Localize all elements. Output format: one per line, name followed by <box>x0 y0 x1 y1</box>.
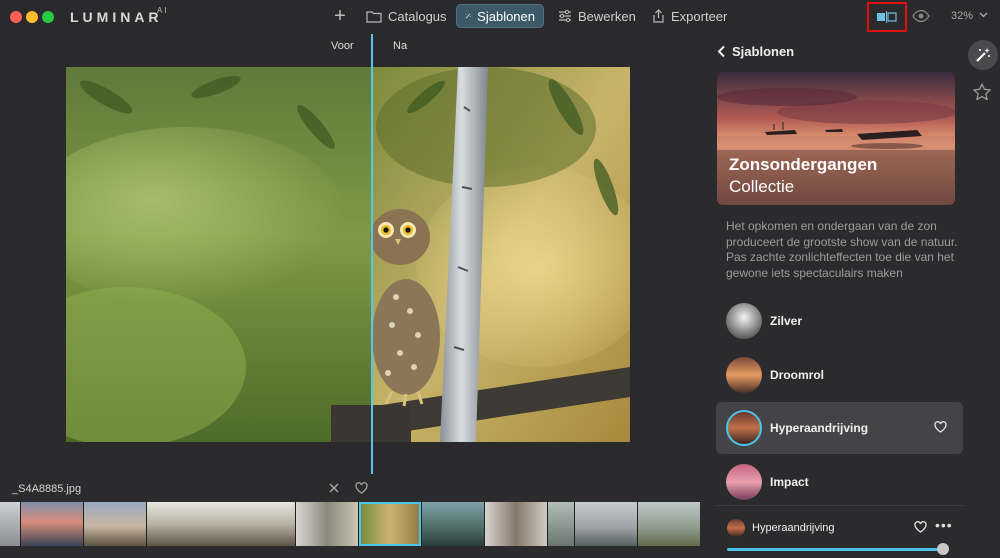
owl-photo-illustration <box>66 67 630 442</box>
template-name: Droomrol <box>770 368 824 382</box>
filmstrip-thumbnail-selected[interactable] <box>359 502 421 546</box>
filmstrip <box>0 502 700 546</box>
collection-subtitle: Collectie <box>729 177 795 196</box>
tab-catalog[interactable]: Catalogus <box>358 4 455 28</box>
split-view-icon <box>877 11 897 23</box>
more-options-button[interactable]: ••• <box>935 517 953 533</box>
template-thumbnail <box>726 303 762 339</box>
filmstrip-thumbnail[interactable] <box>548 502 574 546</box>
filmstrip-thumbnail[interactable] <box>296 502 358 546</box>
chevron-down-icon[interactable] <box>979 11 988 19</box>
top-toolbar: LUMINAR AI + Catalogus Sjablonen Bewerke… <box>0 0 1000 34</box>
zoom-level[interactable]: 32% <box>951 10 973 22</box>
template-item-droomrol[interactable]: Droomrol <box>716 349 963 401</box>
window-minimize-button[interactable] <box>26 11 38 23</box>
compare-before-label: Voor <box>331 40 354 52</box>
collection-description: Het opkomen en ondergaan van de zon prod… <box>726 219 958 280</box>
share-icon <box>653 9 664 23</box>
filmstrip-thumbnail[interactable] <box>0 502 20 546</box>
magic-wand-icon <box>976 48 990 62</box>
templates-rail-button[interactable] <box>968 40 998 70</box>
filmstrip-thumbnail[interactable] <box>422 502 484 546</box>
template-thumbnail <box>726 410 762 446</box>
right-tool-rail <box>965 34 1000 558</box>
app-logo-suffix: AI <box>157 6 169 15</box>
template-amount-slider-knob[interactable] <box>937 543 949 555</box>
main-photo[interactable] <box>66 67 630 442</box>
filmstrip-thumbnail[interactable] <box>485 502 547 546</box>
template-thumbnail <box>726 464 762 500</box>
tab-catalog-label: Catalogus <box>388 8 447 24</box>
template-item-hyperaandrijving[interactable]: Hyperaandrijving <box>716 402 963 454</box>
window-zoom-button[interactable] <box>42 11 54 23</box>
app-logo: LUMINAR <box>70 9 163 25</box>
panel-title: Sjablonen <box>732 44 795 59</box>
back-to-templates-button[interactable]: Sjablonen <box>717 44 794 59</box>
magic-wand-icon <box>465 13 471 19</box>
favorite-heart-icon[interactable] <box>914 521 927 533</box>
eye-icon <box>912 9 930 23</box>
template-item-impact[interactable]: Impact <box>716 456 963 508</box>
current-file-name: _S4A8885.jpg <box>12 483 82 495</box>
tab-edit-label: Bewerken <box>578 8 636 24</box>
tab-export-label: Exporteer <box>671 8 728 24</box>
template-name: Impact <box>770 475 809 489</box>
sliders-icon <box>559 10 571 22</box>
star-icon[interactable] <box>972 82 992 102</box>
template-amount-slider[interactable] <box>727 548 943 551</box>
filmstrip-thumbnail[interactable] <box>638 502 700 546</box>
add-photos-button[interactable]: + <box>330 4 350 28</box>
compare-split-handle[interactable] <box>371 34 373 474</box>
before-after-compare-button[interactable] <box>867 2 907 32</box>
template-thumbnail <box>726 357 762 393</box>
folder-icon <box>366 10 382 23</box>
favorite-heart-icon[interactable] <box>934 421 947 433</box>
chevron-left-icon <box>717 45 725 58</box>
template-name: Hyperaandrijving <box>770 421 869 435</box>
collection-title: Zonsondergangen <box>729 155 878 174</box>
filmstrip-thumbnail[interactable] <box>84 502 146 546</box>
panel-divider <box>716 505 965 506</box>
template-item-zilver[interactable]: Zilver <box>716 295 963 347</box>
favorite-heart-icon[interactable] <box>355 482 368 494</box>
tab-edit[interactable]: Bewerken <box>550 4 644 28</box>
preview-eye-button[interactable] <box>912 8 932 26</box>
template-name: Zilver <box>770 314 803 328</box>
filmstrip-thumbnail[interactable] <box>575 502 637 546</box>
filmstrip-thumbnail[interactable] <box>21 502 83 546</box>
compare-after-label: Na <box>393 40 408 52</box>
filmstrip-thumbnail[interactable] <box>147 502 295 546</box>
tab-export[interactable]: Exporteer <box>644 4 735 28</box>
window-close-button[interactable] <box>10 11 22 23</box>
reject-icon[interactable] <box>328 482 340 494</box>
applied-template-name: Hyperaandrijving <box>752 522 835 534</box>
tab-templates[interactable]: Sjablonen <box>456 4 544 28</box>
applied-template-thumbnail <box>727 519 745 537</box>
tab-templates-label: Sjablonen <box>477 8 535 24</box>
